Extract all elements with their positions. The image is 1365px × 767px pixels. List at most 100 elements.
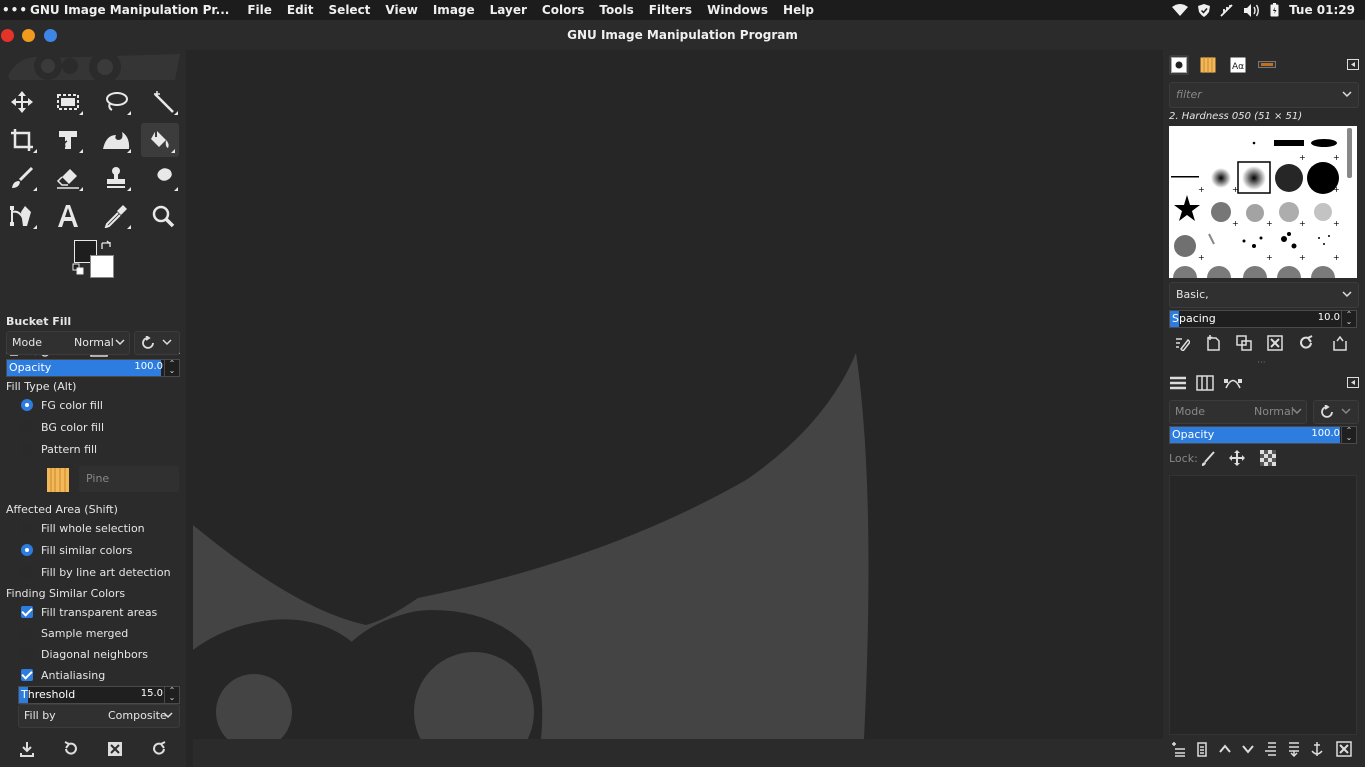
open-brush-as-image-icon[interactable] — [1332, 335, 1348, 351]
new-layer-icon[interactable] — [1195, 741, 1209, 757]
sample-merged-label[interactable]: Sample merged — [41, 627, 128, 640]
spacing-spinner[interactable]: Spacing 10.0 ⌃ ⌄ — [1169, 310, 1357, 328]
layer-mode-combo[interactable]: Mode Normal — [1169, 400, 1307, 424]
threshold-spinner[interactable]: Threshold 15.0 ⌃ ⌄ — [18, 686, 180, 704]
channels-tab-icon[interactable] — [1196, 375, 1214, 391]
opacity-stepper-icon[interactable]: ⌃ ⌄ — [164, 360, 179, 376]
menu-image[interactable]: Image — [433, 3, 475, 17]
crop-tool-button[interactable] — [3, 123, 41, 157]
swap-colors-icon[interactable] — [100, 239, 112, 251]
background-color-swatch[interactable] — [90, 255, 114, 278]
pattern-swatch[interactable] — [44, 466, 72, 494]
app-menu-name[interactable]: GNU Image Manipulation Pr... — [30, 3, 229, 17]
menu-file[interactable]: File — [247, 3, 272, 17]
dock-separator-handle[interactable]: ··· — [1257, 358, 1266, 368]
move-tool-button[interactable] — [3, 85, 41, 119]
mode-combo[interactable]: Mode Normal — [6, 331, 130, 355]
menu-help[interactable]: Help — [783, 3, 814, 17]
paths-tab-icon[interactable] — [1224, 375, 1242, 391]
layer-opacity-stepper-icon[interactable]: ⌃ ⌄ — [1341, 427, 1356, 443]
unified-transform-tool-button[interactable] — [49, 123, 87, 157]
menu-colors[interactable]: Colors — [542, 3, 584, 17]
default-colors-icon[interactable] — [72, 263, 84, 275]
reset-options-icon[interactable] — [151, 741, 167, 757]
antialiasing-checkbox[interactable] — [21, 669, 33, 681]
save-options-icon[interactable] — [19, 741, 35, 757]
spacing-stepper-icon[interactable]: ⌃ ⌄ — [1341, 311, 1356, 327]
pattern-fill-radio[interactable] — [21, 443, 33, 455]
fill-transparent-label[interactable]: Fill transparent areas — [41, 606, 157, 619]
delete-options-icon[interactable] — [107, 741, 123, 757]
duplicate-brush-icon[interactable] — [1236, 335, 1252, 351]
brush-grid-scrollbar[interactable] — [1347, 128, 1352, 178]
menu-filters[interactable]: Filters — [649, 3, 692, 17]
menu-edit[interactable]: Edit — [287, 3, 314, 17]
clock[interactable]: Tue 01:29 — [1289, 3, 1355, 17]
fonts-tab[interactable]: Aα — [1228, 55, 1248, 75]
pattern-fill-label[interactable]: Pattern fill — [41, 443, 97, 456]
clone-tool-button[interactable] — [97, 161, 135, 195]
activities-icon[interactable]: ••• — [0, 3, 30, 17]
fill-line-art-radio[interactable] — [21, 566, 33, 578]
layer-mode-reset-combo[interactable] — [1313, 400, 1359, 424]
layer-opacity-spinner[interactable]: Opacity 100.0 ⌃ ⌄ — [1169, 426, 1357, 444]
delete-layer-icon[interactable] — [1336, 741, 1352, 757]
gradients-tab[interactable] — [1257, 55, 1277, 75]
warp-transform-tool-button[interactable] — [97, 123, 135, 157]
menu-select[interactable]: Select — [329, 3, 371, 17]
delete-brush-icon[interactable] — [1267, 335, 1283, 351]
fill-similar-colors-label[interactable]: Fill similar colors — [41, 544, 132, 557]
volume-icon[interactable] — [1244, 3, 1260, 17]
lock-alpha-icon[interactable] — [1260, 450, 1276, 466]
paintbrush-tool-button[interactable] — [3, 161, 41, 195]
patterns-tab[interactable] — [1198, 55, 1218, 75]
smudge-tool-button[interactable] — [144, 161, 182, 195]
opacity-spinner[interactable]: Opacity 100.0 ⌃ ⌄ — [6, 359, 180, 377]
free-select-tool-button[interactable] — [97, 85, 135, 119]
color-picker-tool-button[interactable] — [97, 199, 135, 233]
edit-brush-icon[interactable] — [1174, 335, 1190, 351]
fuzzy-select-tool-button[interactable] — [144, 85, 182, 119]
feather-icon[interactable] — [1220, 3, 1234, 17]
fg-color-fill-radio[interactable] — [21, 399, 33, 411]
fill-line-art-label[interactable]: Fill by line art detection — [41, 566, 171, 579]
brush-filter-field[interactable]: filter — [1169, 82, 1359, 108]
brushes-tab[interactable] — [1169, 55, 1189, 75]
new-brush-icon[interactable] — [1205, 335, 1221, 351]
pattern-name-field[interactable]: Pine — [79, 466, 179, 492]
diagonal-neighbors-label[interactable]: Diagonal neighbors — [41, 648, 148, 661]
restore-options-icon[interactable] — [63, 741, 79, 757]
wifi-icon[interactable] — [1172, 4, 1189, 16]
text-tool-button[interactable] — [49, 199, 87, 233]
lock-position-icon[interactable] — [1229, 450, 1245, 466]
anchor-layer-icon[interactable] — [1310, 741, 1324, 757]
refresh-brushes-icon[interactable] — [1298, 335, 1314, 351]
duplicate-layer-icon[interactable] — [1264, 741, 1278, 757]
eraser-tool-button[interactable] — [49, 161, 87, 195]
bucket-fill-tool-button[interactable] — [141, 123, 179, 157]
image-canvas-area[interactable] — [186, 50, 1163, 767]
menu-layer[interactable]: Layer — [490, 3, 527, 17]
battery-icon[interactable] — [1270, 3, 1279, 17]
merge-layer-icon[interactable] — [1287, 741, 1301, 757]
fill-similar-colors-radio[interactable] — [21, 544, 33, 556]
bg-color-fill-label[interactable]: BG color fill — [41, 421, 104, 434]
fill-by-combo[interactable]: Fill by Composite — [18, 704, 180, 728]
fill-whole-selection-label[interactable]: Fill whole selection — [41, 522, 145, 535]
fill-whole-selection-radio[interactable] — [21, 522, 33, 534]
layers-list[interactable] — [1169, 475, 1357, 735]
configure-tab-icon[interactable] — [1347, 59, 1359, 70]
antialiasing-label[interactable]: Antialiasing — [41, 669, 105, 682]
lower-layer-icon[interactable] — [1241, 741, 1255, 757]
layers-tab-icon[interactable] — [1169, 375, 1187, 391]
shield-icon[interactable] — [1198, 3, 1211, 17]
rectangle-select-tool-button[interactable] — [49, 85, 87, 119]
menu-view[interactable]: View — [385, 3, 417, 17]
lock-pixels-icon[interactable] — [1201, 451, 1215, 467]
brush-grid[interactable]: + + + + + + + + + + + + + — [1169, 126, 1357, 278]
menu-windows[interactable]: Windows — [707, 3, 768, 17]
paths-tool-button[interactable] — [3, 199, 41, 233]
raise-layer-icon[interactable] — [1218, 741, 1232, 757]
fg-color-fill-label[interactable]: FG color fill — [41, 399, 103, 412]
threshold-stepper-icon[interactable]: ⌃ ⌄ — [164, 687, 179, 703]
